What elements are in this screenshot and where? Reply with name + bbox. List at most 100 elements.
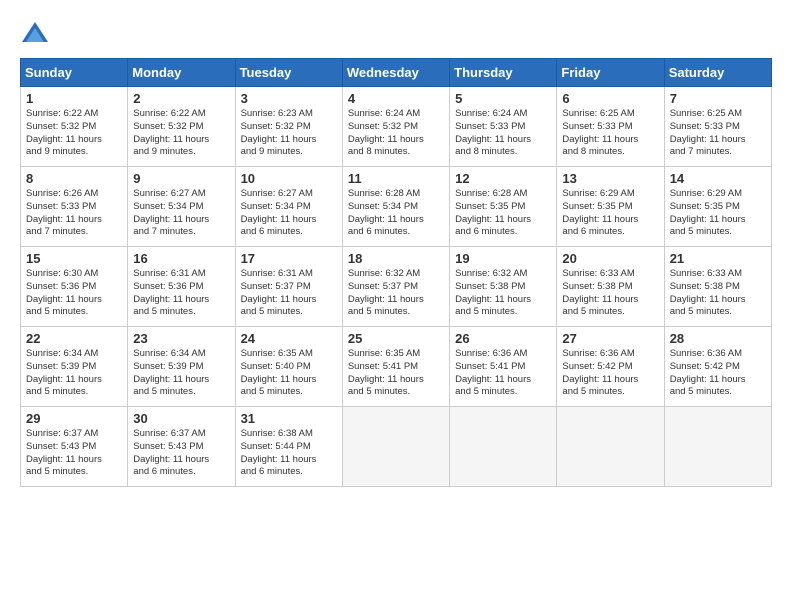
calendar-cell: 4 Sunrise: 6:24 AMSunset: 5:32 PMDaylight…	[342, 87, 449, 167]
day-number: 15	[26, 251, 122, 266]
day-number: 8	[26, 171, 122, 186]
day-number: 1	[26, 91, 122, 106]
col-header-saturday: Saturday	[664, 59, 771, 87]
col-header-wednesday: Wednesday	[342, 59, 449, 87]
calendar-cell: 11 Sunrise: 6:28 AMSunset: 5:34 PMDayligh…	[342, 167, 449, 247]
cell-content: Sunrise: 6:35 AMSunset: 5:41 PMDaylight:…	[348, 348, 444, 399]
day-number: 5	[455, 91, 551, 106]
col-header-sunday: Sunday	[21, 59, 128, 87]
col-header-friday: Friday	[557, 59, 664, 87]
cell-content: Sunrise: 6:29 AMSunset: 5:35 PMDaylight:…	[670, 188, 766, 239]
day-number: 27	[562, 331, 658, 346]
cell-content: Sunrise: 6:27 AMSunset: 5:34 PMDaylight:…	[241, 188, 337, 239]
col-header-tuesday: Tuesday	[235, 59, 342, 87]
cell-content: Sunrise: 6:30 AMSunset: 5:36 PMDaylight:…	[26, 268, 122, 319]
day-number: 23	[133, 331, 229, 346]
cell-content: Sunrise: 6:34 AMSunset: 5:39 PMDaylight:…	[133, 348, 229, 399]
calendar-cell: 27 Sunrise: 6:36 AMSunset: 5:42 PMDayligh…	[557, 327, 664, 407]
cell-content: Sunrise: 6:26 AMSunset: 5:33 PMDaylight:…	[26, 188, 122, 239]
cell-content: Sunrise: 6:28 AMSunset: 5:34 PMDaylight:…	[348, 188, 444, 239]
calendar-cell: 26 Sunrise: 6:36 AMSunset: 5:41 PMDayligh…	[450, 327, 557, 407]
cell-content: Sunrise: 6:35 AMSunset: 5:40 PMDaylight:…	[241, 348, 337, 399]
day-number: 28	[670, 331, 766, 346]
day-number: 4	[348, 91, 444, 106]
day-number: 30	[133, 411, 229, 426]
calendar-cell	[342, 407, 449, 487]
day-number: 12	[455, 171, 551, 186]
day-number: 3	[241, 91, 337, 106]
calendar-cell: 28 Sunrise: 6:36 AMSunset: 5:42 PMDayligh…	[664, 327, 771, 407]
day-number: 11	[348, 171, 444, 186]
calendar-cell: 25 Sunrise: 6:35 AMSunset: 5:41 PMDayligh…	[342, 327, 449, 407]
day-number: 14	[670, 171, 766, 186]
calendar-cell: 10 Sunrise: 6:27 AMSunset: 5:34 PMDayligh…	[235, 167, 342, 247]
calendar-cell: 30 Sunrise: 6:37 AMSunset: 5:43 PMDayligh…	[128, 407, 235, 487]
cell-content: Sunrise: 6:34 AMSunset: 5:39 PMDaylight:…	[26, 348, 122, 399]
calendar-cell: 13 Sunrise: 6:29 AMSunset: 5:35 PMDayligh…	[557, 167, 664, 247]
day-number: 19	[455, 251, 551, 266]
cell-content: Sunrise: 6:23 AMSunset: 5:32 PMDaylight:…	[241, 108, 337, 159]
cell-content: Sunrise: 6:38 AMSunset: 5:44 PMDaylight:…	[241, 428, 337, 479]
calendar-cell: 20Sunrise: 6:33 AMSunset: 5:38 PMDayligh…	[557, 247, 664, 327]
cell-content: Sunrise: 6:22 AMSunset: 5:32 PMDaylight:…	[133, 108, 229, 159]
calendar-cell: 22 Sunrise: 6:34 AMSunset: 5:39 PMDayligh…	[21, 327, 128, 407]
cell-content: Sunrise: 6:36 AMSunset: 5:41 PMDaylight:…	[455, 348, 551, 399]
day-number: 25	[348, 331, 444, 346]
calendar-cell: 9 Sunrise: 6:27 AMSunset: 5:34 PMDaylight…	[128, 167, 235, 247]
calendar-cell: 16 Sunrise: 6:31 AMSunset: 5:36 PMDayligh…	[128, 247, 235, 327]
logo	[20, 20, 54, 48]
calendar-cell: 2 Sunrise: 6:22 AMSunset: 5:32 PMDaylight…	[128, 87, 235, 167]
calendar-cell: 18 Sunrise: 6:32 AMSunset: 5:37 PMDayligh…	[342, 247, 449, 327]
day-number: 22	[26, 331, 122, 346]
calendar-cell: 17 Sunrise: 6:31 AMSunset: 5:37 PMDayligh…	[235, 247, 342, 327]
col-header-thursday: Thursday	[450, 59, 557, 87]
cell-content: Sunrise: 6:28 AMSunset: 5:35 PMDaylight:…	[455, 188, 551, 239]
day-number: 17	[241, 251, 337, 266]
cell-content: Sunrise: 6:31 AMSunset: 5:36 PMDaylight:…	[133, 268, 229, 319]
cell-content: Sunrise: 6:33 AMSunset: 5:38 PMDaylight:…	[670, 268, 766, 319]
logo-icon	[20, 20, 50, 48]
day-number: 31	[241, 411, 337, 426]
cell-content: Sunrise: 6:24 AMSunset: 5:33 PMDaylight:…	[455, 108, 551, 159]
cell-content: Sunrise: 6:37 AMSunset: 5:43 PMDaylight:…	[133, 428, 229, 479]
day-number: 2	[133, 91, 229, 106]
calendar-cell: 14 Sunrise: 6:29 AMSunset: 5:35 PMDayligh…	[664, 167, 771, 247]
cell-content: Sunrise: 6:36 AMSunset: 5:42 PMDaylight:…	[562, 348, 658, 399]
day-number: 18	[348, 251, 444, 266]
calendar-cell: 15 Sunrise: 6:30 AMSunset: 5:36 PMDayligh…	[21, 247, 128, 327]
cell-content: Sunrise: 6:31 AMSunset: 5:37 PMDaylight:…	[241, 268, 337, 319]
cell-content: Sunrise: 6:36 AMSunset: 5:42 PMDaylight:…	[670, 348, 766, 399]
calendar-cell: 21Sunrise: 6:33 AMSunset: 5:38 PMDayligh…	[664, 247, 771, 327]
day-number: 16	[133, 251, 229, 266]
calendar-table: SundayMondayTuesdayWednesdayThursdayFrid…	[20, 58, 772, 487]
cell-content: Sunrise: 6:29 AMSunset: 5:35 PMDaylight:…	[562, 188, 658, 239]
page-header	[20, 20, 772, 48]
calendar-cell: 12 Sunrise: 6:28 AMSunset: 5:35 PMDayligh…	[450, 167, 557, 247]
cell-content: Sunrise: 6:24 AMSunset: 5:32 PMDaylight:…	[348, 108, 444, 159]
calendar-cell: 19Sunrise: 6:32 AMSunset: 5:38 PMDayligh…	[450, 247, 557, 327]
cell-content: Sunrise: 6:37 AMSunset: 5:43 PMDaylight:…	[26, 428, 122, 479]
calendar-cell: 6Sunrise: 6:25 AMSunset: 5:33 PMDaylight…	[557, 87, 664, 167]
day-number: 9	[133, 171, 229, 186]
col-header-monday: Monday	[128, 59, 235, 87]
cell-content: Sunrise: 6:32 AMSunset: 5:37 PMDaylight:…	[348, 268, 444, 319]
calendar-cell	[664, 407, 771, 487]
cell-content: Sunrise: 6:27 AMSunset: 5:34 PMDaylight:…	[133, 188, 229, 239]
calendar-cell: 8 Sunrise: 6:26 AMSunset: 5:33 PMDaylight…	[21, 167, 128, 247]
calendar-cell	[450, 407, 557, 487]
day-number: 10	[241, 171, 337, 186]
day-number: 24	[241, 331, 337, 346]
day-number: 7	[670, 91, 766, 106]
calendar-cell: 1 Sunrise: 6:22 AMSunset: 5:32 PMDaylight…	[21, 87, 128, 167]
cell-content: Sunrise: 6:25 AMSunset: 5:33 PMDaylight:…	[670, 108, 766, 159]
calendar-cell: 29 Sunrise: 6:37 AMSunset: 5:43 PMDayligh…	[21, 407, 128, 487]
day-number: 26	[455, 331, 551, 346]
day-number: 13	[562, 171, 658, 186]
day-number: 29	[26, 411, 122, 426]
cell-content: Sunrise: 6:22 AMSunset: 5:32 PMDaylight:…	[26, 108, 122, 159]
calendar-cell: 24 Sunrise: 6:35 AMSunset: 5:40 PMDayligh…	[235, 327, 342, 407]
calendar-cell: 5 Sunrise: 6:24 AMSunset: 5:33 PMDaylight…	[450, 87, 557, 167]
calendar-cell: 3 Sunrise: 6:23 AMSunset: 5:32 PMDaylight…	[235, 87, 342, 167]
cell-content: Sunrise: 6:25 AMSunset: 5:33 PMDaylight:…	[562, 108, 658, 159]
calendar-cell: 31 Sunrise: 6:38 AMSunset: 5:44 PMDayligh…	[235, 407, 342, 487]
